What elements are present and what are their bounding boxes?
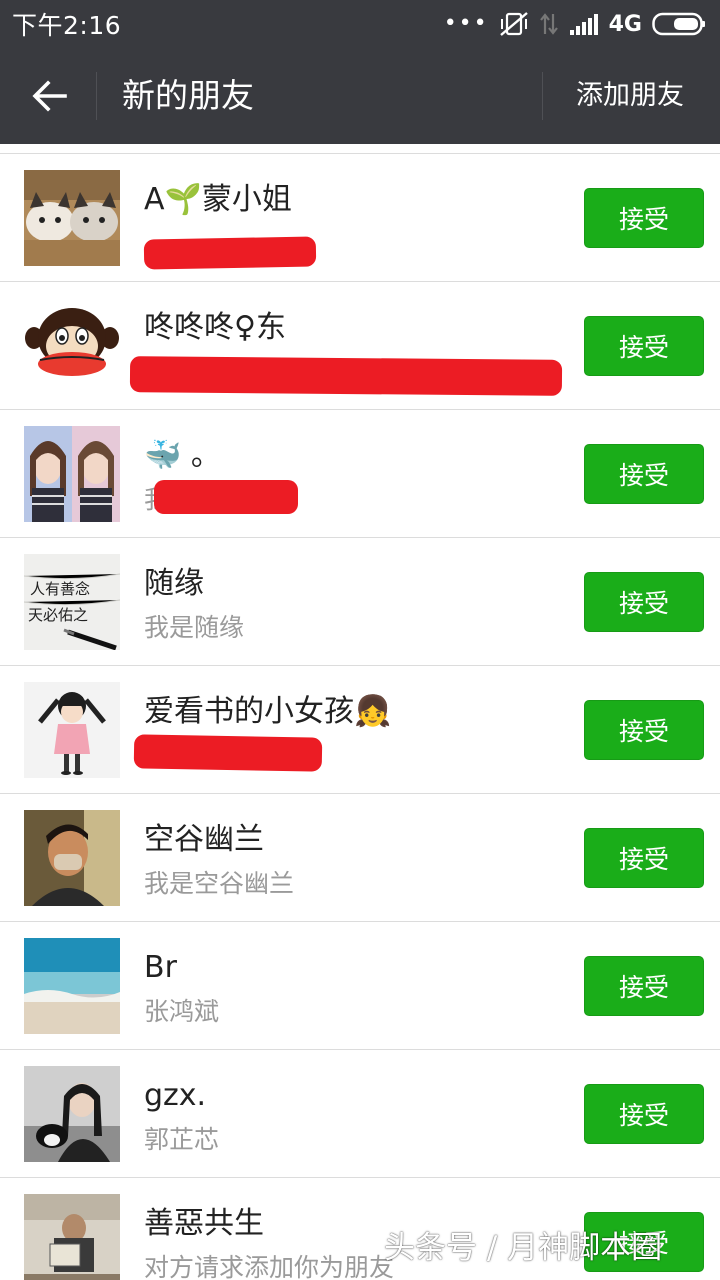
accept-button[interactable]: 接受: [584, 444, 704, 504]
contact-name: 随缘: [144, 566, 204, 601]
calligraphy-line-2: 天必佑之: [28, 606, 88, 624]
redaction-mark: [133, 734, 323, 772]
avatar[interactable]: [24, 298, 120, 394]
request-message: 我是空谷幽兰: [144, 869, 295, 898]
contact-name: A🌱蒙小姐: [144, 182, 292, 217]
list-item[interactable]: gzx. 郭芷芯 接受: [0, 1050, 720, 1178]
calligraphy-line-1: 人有善念: [30, 580, 90, 598]
nav-bar: 新的朋友 添加朋友: [0, 48, 720, 144]
redaction-mark: [129, 356, 563, 396]
nav-divider: [542, 72, 543, 120]
redaction-mark: [154, 480, 298, 514]
contact-name: 空谷幽兰: [144, 822, 264, 857]
redaction-mark: [143, 236, 317, 270]
accept-button[interactable]: 接受: [584, 572, 704, 632]
page-title: 新的朋友: [122, 76, 254, 115]
more-notifications-icon: •••: [443, 11, 489, 36]
request-message: 我是随缘: [144, 613, 245, 642]
list-item[interactable]: 空谷幽兰 我是空谷幽兰 接受: [0, 794, 720, 922]
contact-name: gzx.: [144, 1078, 207, 1113]
accept-button[interactable]: 接受: [584, 1084, 704, 1144]
avatar[interactable]: [24, 938, 120, 1034]
accept-button[interactable]: 接受: [584, 700, 704, 760]
network-type: 4G: [608, 11, 642, 37]
signal-strength-icon: [569, 12, 599, 36]
contact-name: 🐳 。: [144, 438, 221, 473]
avatar[interactable]: [24, 1194, 120, 1280]
request-message: 对方请求添加你为朋友: [144, 1253, 395, 1280]
list-top-spacer: [0, 144, 720, 154]
request-message: 张鸿斌: [144, 997, 220, 1026]
list-item[interactable]: 咚咚咚♀东 接受: [0, 282, 720, 410]
add-friend-button[interactable]: 添加朋友: [576, 78, 684, 114]
back-button[interactable]: [24, 72, 74, 120]
request-message: 郭芷芯: [144, 1125, 220, 1154]
accept-button[interactable]: 接受: [584, 956, 704, 1016]
accept-button[interactable]: 接受: [584, 316, 704, 376]
avatar[interactable]: 人有善念 天必佑之: [24, 554, 120, 650]
accept-button[interactable]: 接受: [584, 188, 704, 248]
status-time: 下午2:16: [12, 11, 122, 40]
avatar[interactable]: [24, 1066, 120, 1162]
vibrate-mute-icon: [499, 11, 529, 37]
friend-request-list: A🌱蒙小姐 接受 咚咚咚♀东 接受 🐳 。 接受 人有善念 天必佑之 随缘 我是…: [0, 144, 720, 1280]
accept-button[interactable]: 接受: [584, 828, 704, 888]
back-arrow-icon: [32, 80, 67, 112]
list-item[interactable]: A🌱蒙小姐 接受: [0, 154, 720, 282]
data-transfer-icon: [539, 12, 559, 36]
nav-divider: [96, 72, 97, 120]
list-item[interactable]: 爱看书的小女孩👧 接受: [0, 666, 720, 794]
status-bar: 下午2:16 ••• 4G: [0, 0, 720, 48]
status-icons: ••• 4G: [444, 11, 706, 37]
contact-name: 爱看书的小女孩👧: [144, 694, 392, 729]
list-item[interactable]: 人有善念 天必佑之 随缘 我是随缘 接受: [0, 538, 720, 666]
avatar[interactable]: [24, 170, 120, 266]
avatar[interactable]: [24, 682, 120, 778]
avatar[interactable]: [24, 426, 120, 522]
contact-name: 咚咚咚♀东: [144, 310, 286, 345]
contact-name: 善惡共生: [144, 1206, 264, 1241]
list-item[interactable]: Br 张鸿斌 接受: [0, 922, 720, 1050]
contact-name: Br: [144, 950, 177, 985]
list-item[interactable]: 🐳 。 我 接受: [0, 410, 720, 538]
watermark-text: 头条号 / 月神脚本圈: [384, 1230, 663, 1266]
avatar[interactable]: [24, 810, 120, 906]
battery-icon: [652, 12, 706, 36]
